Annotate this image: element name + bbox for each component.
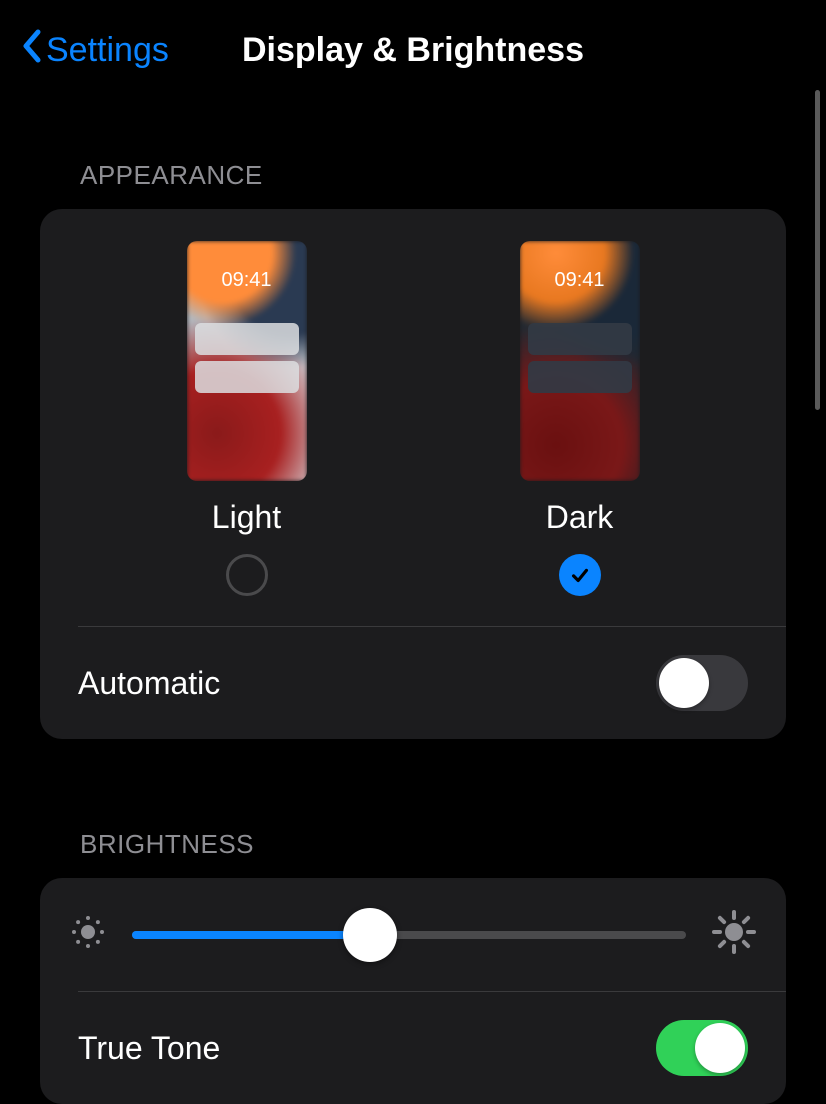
appearance-option-dark[interactable]: 09:41 Dark: [520, 241, 640, 596]
light-mode-preview: 09:41: [187, 241, 307, 481]
brightness-slider-row: [40, 878, 786, 991]
back-button[interactable]: Settings: [20, 28, 169, 72]
automatic-toggle[interactable]: [656, 655, 748, 711]
appearance-options: 09:41 Light 09:41 Dark: [40, 209, 786, 626]
appearance-header: APPEARANCE: [0, 160, 826, 191]
nav-bar: Settings Display & Brightness: [0, 0, 826, 100]
dark-label: Dark: [546, 499, 614, 536]
brightness-card: True Tone: [40, 878, 786, 1104]
light-label: Light: [212, 499, 281, 536]
dark-radio[interactable]: [559, 554, 601, 596]
dark-mode-preview: 09:41: [520, 241, 640, 481]
automatic-row[interactable]: Automatic: [40, 627, 786, 739]
true-tone-label: True Tone: [78, 1030, 220, 1067]
appearance-card: 09:41 Light 09:41 Dark Automatic: [40, 209, 786, 739]
scrollbar[interactable]: [815, 90, 820, 410]
back-label: Settings: [46, 31, 169, 70]
preview-time: 09:41: [520, 269, 640, 292]
chevron-left-icon: [20, 28, 42, 72]
true-tone-toggle[interactable]: [656, 1020, 748, 1076]
brightness-slider[interactable]: [132, 931, 686, 939]
page-title: Display & Brightness: [242, 31, 584, 70]
light-radio[interactable]: [226, 554, 268, 596]
automatic-label: Automatic: [78, 665, 220, 702]
true-tone-row[interactable]: True Tone: [40, 992, 786, 1104]
brightness-header: BRIGHTNESS: [0, 829, 826, 860]
appearance-option-light[interactable]: 09:41 Light: [187, 241, 307, 596]
preview-time: 09:41: [187, 269, 307, 292]
sun-max-icon: [712, 910, 756, 959]
sun-min-icon: [70, 914, 106, 955]
